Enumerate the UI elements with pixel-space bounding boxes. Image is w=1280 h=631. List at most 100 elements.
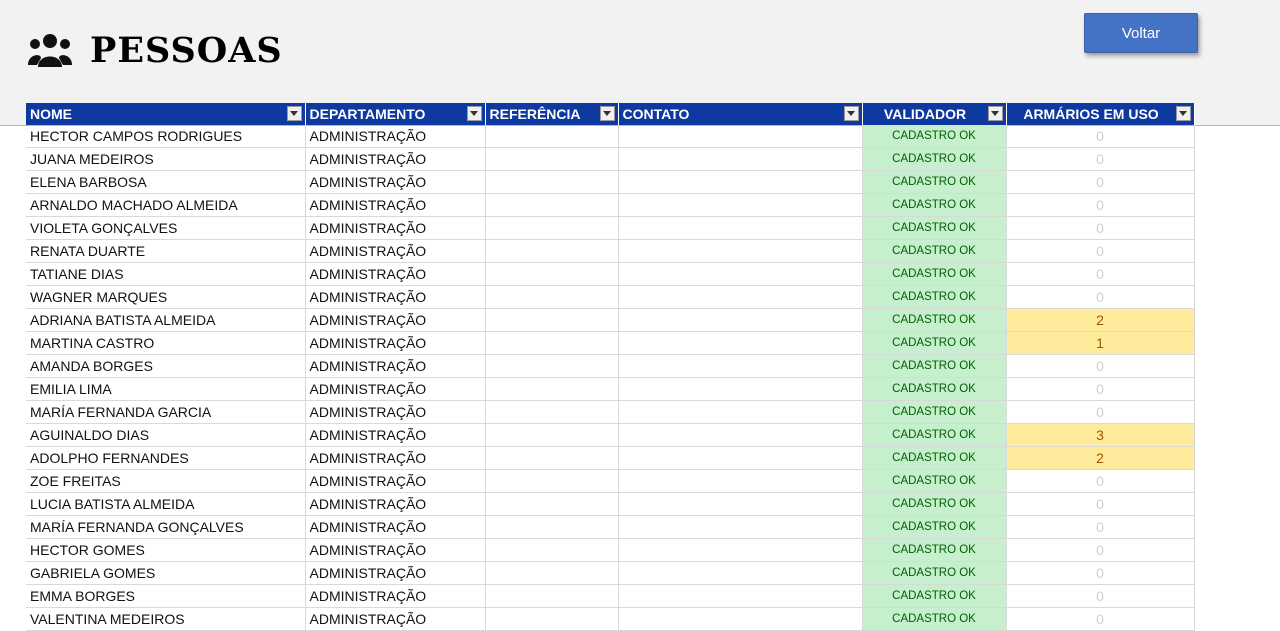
cell-lockers[interactable]: 0 [1006, 469, 1195, 493]
cell-validator[interactable]: CADASTRO OK [862, 239, 1007, 263]
filter-dropdown-icon[interactable] [599, 106, 615, 121]
cell-contact[interactable] [618, 469, 863, 493]
back-button[interactable]: Voltar [1084, 13, 1198, 53]
cell-lockers[interactable]: 0 [1006, 400, 1195, 424]
cell-department[interactable]: ADMINISTRAÇÃO [305, 423, 486, 447]
cell-contact[interactable] [618, 193, 863, 217]
cell-name[interactable]: JUANA MEDEIROS [26, 147, 306, 171]
cell-contact[interactable] [618, 331, 863, 355]
cell-contact[interactable] [618, 538, 863, 562]
cell-contact[interactable] [618, 216, 863, 240]
cell-reference[interactable] [485, 446, 619, 470]
cell-reference[interactable] [485, 216, 619, 240]
cell-name[interactable]: WAGNER MARQUES [26, 285, 306, 309]
cell-lockers[interactable]: 0 [1006, 538, 1195, 562]
cell-name[interactable]: ARNALDO MACHADO ALMEIDA [26, 193, 306, 217]
cell-name[interactable]: ELENA BARBOSA [26, 170, 306, 194]
cell-lockers[interactable]: 1 [1006, 331, 1195, 355]
cell-reference[interactable] [485, 193, 619, 217]
cell-lockers[interactable]: 0 [1006, 262, 1195, 286]
cell-name[interactable]: EMMA BORGES [26, 584, 306, 608]
cell-validator[interactable]: CADASTRO OK [862, 262, 1007, 286]
table-row[interactable]: LUCIA BATISTA ALMEIDA ADMINISTRAÇÃO CADAST… [26, 492, 1195, 516]
table-row[interactable]: WAGNER MARQUES ADMINISTRAÇÃO CADASTRO OK 0 [26, 285, 1195, 309]
cell-name[interactable]: TATIANE DIAS [26, 262, 306, 286]
cell-name[interactable]: EMILIA LIMA [26, 377, 306, 401]
cell-reference[interactable] [485, 607, 619, 631]
cell-name[interactable]: ADOLPHO FERNANDES [26, 446, 306, 470]
table-row[interactable]: VIOLETA GONÇALVES ADMINISTRAÇÃO CADASTRO O… [26, 216, 1195, 240]
cell-lockers[interactable]: 0 [1006, 147, 1195, 171]
cell-lockers[interactable]: 0 [1006, 584, 1195, 608]
cell-reference[interactable] [485, 354, 619, 378]
cell-validator[interactable]: CADASTRO OK [862, 584, 1007, 608]
filter-dropdown-icon[interactable] [843, 106, 859, 121]
table-row[interactable]: AMANDA BORGES ADMINISTRAÇÃO CADASTRO OK 0 [26, 354, 1195, 378]
cell-department[interactable]: ADMINISTRAÇÃO [305, 331, 486, 355]
table-row[interactable]: GABRIELA GOMES ADMINISTRAÇÃO CADASTRO OK 0 [26, 561, 1195, 585]
cell-department[interactable]: ADMINISTRAÇÃO [305, 538, 486, 562]
cell-validator[interactable]: CADASTRO OK [862, 469, 1007, 493]
cell-reference[interactable] [485, 239, 619, 263]
cell-validator[interactable]: CADASTRO OK [862, 170, 1007, 194]
cell-department[interactable]: ADMINISTRAÇÃO [305, 515, 486, 539]
cell-reference[interactable] [485, 170, 619, 194]
cell-name[interactable]: HECTOR CAMPOS RODRIGUES [26, 125, 306, 148]
table-row[interactable]: MARÍA FERNANDA GONÇALVES ADMINISTRAÇÃO CAD… [26, 515, 1195, 539]
cell-department[interactable]: ADMINISTRAÇÃO [305, 170, 486, 194]
cell-reference[interactable] [485, 308, 619, 332]
cell-lockers[interactable]: 0 [1006, 285, 1195, 309]
cell-contact[interactable] [618, 515, 863, 539]
filter-dropdown-icon[interactable] [466, 106, 482, 121]
cell-contact[interactable] [618, 423, 863, 447]
table-row[interactable]: HECTOR CAMPOS RODRIGUES ADMINISTRAÇÃO CADA… [26, 125, 1195, 148]
cell-lockers[interactable]: 0 [1006, 607, 1195, 631]
cell-reference[interactable] [485, 147, 619, 171]
cell-department[interactable]: ADMINISTRAÇÃO [305, 607, 486, 631]
cell-department[interactable]: ADMINISTRAÇÃO [305, 262, 486, 286]
table-row[interactable]: RENATA DUARTE ADMINISTRAÇÃO CADASTRO OK 0 [26, 239, 1195, 263]
cell-validator[interactable]: CADASTRO OK [862, 216, 1007, 240]
cell-reference[interactable] [485, 400, 619, 424]
cell-department[interactable]: ADMINISTRAÇÃO [305, 285, 486, 309]
cell-contact[interactable] [618, 147, 863, 171]
cell-reference[interactable] [485, 538, 619, 562]
cell-department[interactable]: ADMINISTRAÇÃO [305, 400, 486, 424]
cell-reference[interactable] [485, 584, 619, 608]
table-row[interactable]: EMILIA LIMA ADMINISTRAÇÃO CADASTRO OK 0 [26, 377, 1195, 401]
cell-validator[interactable]: CADASTRO OK [862, 147, 1007, 171]
cell-name[interactable]: AGUINALDO DIAS [26, 423, 306, 447]
cell-name[interactable]: MARTINA CASTRO [26, 331, 306, 355]
cell-lockers[interactable]: 0 [1006, 216, 1195, 240]
table-row[interactable]: ZOE FREITAS ADMINISTRAÇÃO CADASTRO OK 0 [26, 469, 1195, 493]
cell-department[interactable]: ADMINISTRAÇÃO [305, 193, 486, 217]
cell-department[interactable]: ADMINISTRAÇÃO [305, 354, 486, 378]
table-row[interactable]: HECTOR GOMES ADMINISTRAÇÃO CADASTRO OK 0 [26, 538, 1195, 562]
cell-validator[interactable]: CADASTRO OK [862, 400, 1007, 424]
cell-reference[interactable] [485, 561, 619, 585]
table-row[interactable]: TATIANE DIAS ADMINISTRAÇÃO CADASTRO OK 0 [26, 262, 1195, 286]
cell-lockers[interactable]: 0 [1006, 377, 1195, 401]
cell-reference[interactable] [485, 285, 619, 309]
cell-contact[interactable] [618, 377, 863, 401]
cell-contact[interactable] [618, 308, 863, 332]
cell-validator[interactable]: CADASTRO OK [862, 446, 1007, 470]
cell-name[interactable]: VALENTINA MEDEIROS [26, 607, 306, 631]
cell-validator[interactable]: CADASTRO OK [862, 377, 1007, 401]
cell-department[interactable]: ADMINISTRAÇÃO [305, 147, 486, 171]
table-row[interactable]: ADRIANA BATISTA ALMEIDA ADMINISTRAÇÃO CADA… [26, 308, 1195, 332]
cell-lockers[interactable]: 0 [1006, 354, 1195, 378]
cell-reference[interactable] [485, 331, 619, 355]
cell-department[interactable]: ADMINISTRAÇÃO [305, 584, 486, 608]
cell-validator[interactable]: CADASTRO OK [862, 285, 1007, 309]
cell-name[interactable]: MARÍA FERNANDA GARCIA [26, 400, 306, 424]
cell-lockers[interactable]: 3 [1006, 423, 1195, 447]
cell-reference[interactable] [485, 492, 619, 516]
cell-contact[interactable] [618, 446, 863, 470]
cell-department[interactable]: ADMINISTRAÇÃO [305, 377, 486, 401]
cell-lockers[interactable]: 0 [1006, 239, 1195, 263]
cell-reference[interactable] [485, 423, 619, 447]
cell-department[interactable]: ADMINISTRAÇÃO [305, 469, 486, 493]
cell-contact[interactable] [618, 354, 863, 378]
cell-reference[interactable] [485, 377, 619, 401]
